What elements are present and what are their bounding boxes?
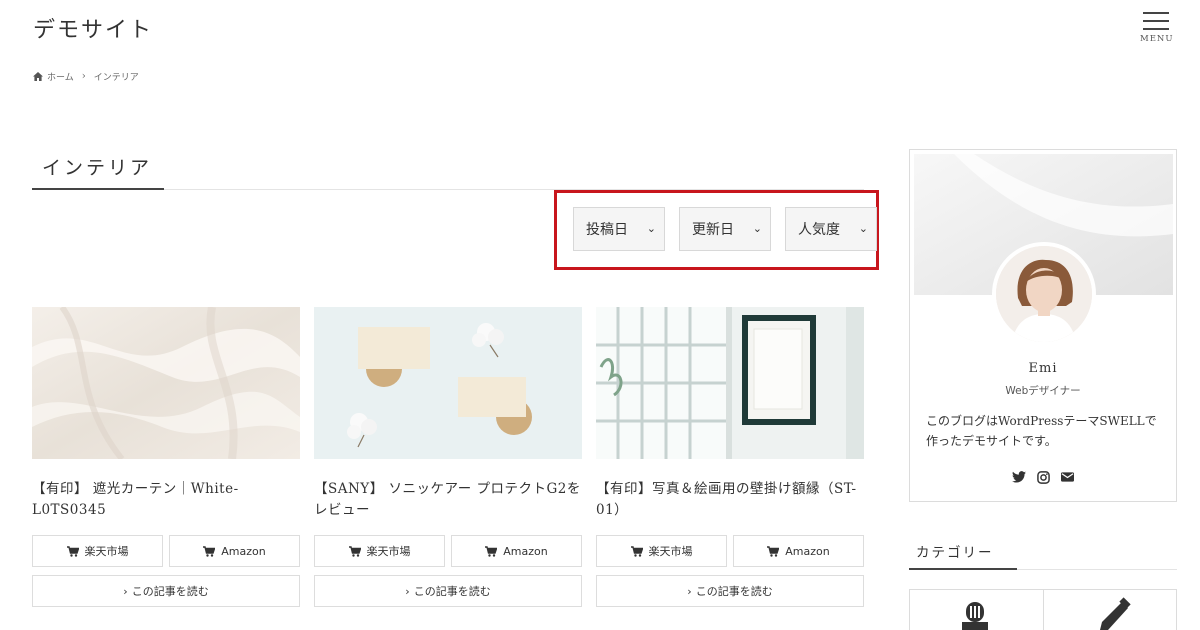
chevron-right-icon: › <box>405 584 410 598</box>
profile-name: Emi <box>1028 361 1058 376</box>
breadcrumb-home[interactable]: ホーム <box>47 70 74 83</box>
profile-bio: このブログはWordPressテーマSWELLで作ったデモサイトです。 <box>926 414 1157 448</box>
sort-option-label: 更新日 <box>692 222 734 238</box>
title-underline <box>32 188 164 190</box>
chevron-down-icon: ⌄ <box>752 222 762 235</box>
cotton-cards-image <box>314 307 582 459</box>
category-item[interactable] <box>1042 590 1177 630</box>
sort-select-updated-date[interactable]: 更新日 ⌄ <box>679 207 771 251</box>
amazon-label: Amazon <box>785 544 830 558</box>
home-icon <box>33 72 43 81</box>
mail-icon[interactable] <box>1059 469 1075 485</box>
page-title: インテリア <box>42 157 153 179</box>
sort-select-post-date[interactable]: 投稿日 ⌄ <box>573 207 665 251</box>
post-card[interactable]: 【有印】写真＆絵画用の壁掛け額縁（ST-01） 楽天市場 Amazon › この… <box>596 307 864 607</box>
shop-buttons: 楽天市場 Amazon <box>314 535 582 567</box>
chevron-down-icon: ⌄ <box>858 222 868 235</box>
menu-button[interactable]: MENU <box>1140 10 1174 46</box>
shop-buttons: 楽天市場 Amazon <box>596 535 864 567</box>
chevron-right-icon: › <box>81 71 86 82</box>
sort-select-popularity[interactable]: 人気度 ⌄ <box>785 207 877 251</box>
read-more-button[interactable]: › この記事を読む <box>32 575 300 607</box>
category-underline <box>909 568 1017 570</box>
instagram-icon[interactable] <box>1035 469 1051 485</box>
profile-widget: Emi Webデザイナー このブログはWordPressテーマSWELLで作った… <box>909 149 1177 502</box>
read-more-button[interactable]: › この記事を読む <box>314 575 582 607</box>
category-widget-title: カテゴリー <box>916 545 994 561</box>
amazon-button[interactable]: Amazon <box>169 535 300 567</box>
social-links <box>910 469 1176 485</box>
read-more-label: この記事を読む <box>131 585 209 598</box>
read-more-button[interactable]: › この記事を読む <box>596 575 864 607</box>
post-title[interactable]: 【SANY】 ソニッケアー プロテクトG2をレビュー <box>314 479 582 521</box>
chevron-right-icon: › <box>687 584 692 598</box>
profile-role: Webデザイナー <box>1005 385 1081 397</box>
category-grid <box>909 589 1177 630</box>
amazon-button[interactable]: Amazon <box>451 535 582 567</box>
shop-buttons: 楽天市場 Amazon <box>32 535 300 567</box>
sort-option-label: 人気度 <box>798 222 840 238</box>
cart-icon <box>767 545 780 557</box>
chevron-down-icon: ⌄ <box>646 222 656 235</box>
post-card[interactable]: 【SANY】 ソニッケアー プロテクトG2をレビュー 楽天市場 Amazon ›… <box>314 307 582 607</box>
breadcrumb: ホーム › インテリア <box>33 70 139 83</box>
rakuten-label: 楽天市場 <box>84 545 129 558</box>
satin-fabric-image <box>32 307 300 459</box>
kitchen-icon <box>962 602 988 630</box>
cart-icon <box>66 545 79 557</box>
rakuten-label: 楽天市場 <box>648 545 693 558</box>
post-thumbnail-frame[interactable] <box>596 307 864 459</box>
amazon-label: Amazon <box>221 544 266 558</box>
wall-frame-image <box>596 307 864 459</box>
rakuten-button[interactable]: 楽天市場 <box>314 535 445 567</box>
twitter-icon[interactable] <box>1011 469 1027 485</box>
hamburger-bar <box>1143 20 1169 22</box>
avatar <box>992 242 1096 346</box>
hamburger-bar <box>1143 28 1169 30</box>
site-title[interactable]: デモサイト <box>33 12 153 44</box>
post-card[interactable]: 【有印】 遮光カーテン｜White-L0TS0345 楽天市場 Amazon ›… <box>32 307 300 607</box>
rakuten-button[interactable]: 楽天市場 <box>596 535 727 567</box>
read-more-label: この記事を読む <box>413 585 491 598</box>
cart-icon <box>203 545 216 557</box>
rakuten-button[interactable]: 楽天市場 <box>32 535 163 567</box>
amazon-button[interactable]: Amazon <box>733 535 864 567</box>
profile-photo <box>996 246 1092 342</box>
cart-icon <box>485 545 498 557</box>
brush-icon <box>1099 597 1131 630</box>
cart-icon <box>348 545 361 557</box>
category-item[interactable] <box>910 590 1043 630</box>
post-title[interactable]: 【有印】写真＆絵画用の壁掛け額縁（ST-01） <box>596 479 864 521</box>
rakuten-label: 楽天市場 <box>366 545 411 558</box>
post-title[interactable]: 【有印】 遮光カーテン｜White-L0TS0345 <box>32 479 300 521</box>
amazon-label: Amazon <box>503 544 548 558</box>
breadcrumb-current: インテリア <box>93 73 139 83</box>
post-thumbnail-cotton[interactable] <box>314 307 582 459</box>
menu-label: MENU <box>1140 34 1174 44</box>
cart-icon <box>630 545 643 557</box>
sort-option-label: 投稿日 <box>586 222 628 238</box>
hamburger-icon <box>1143 12 1169 14</box>
read-more-label: この記事を読む <box>695 585 773 598</box>
chevron-right-icon: › <box>123 584 128 598</box>
post-thumbnail-satin[interactable] <box>32 307 300 459</box>
